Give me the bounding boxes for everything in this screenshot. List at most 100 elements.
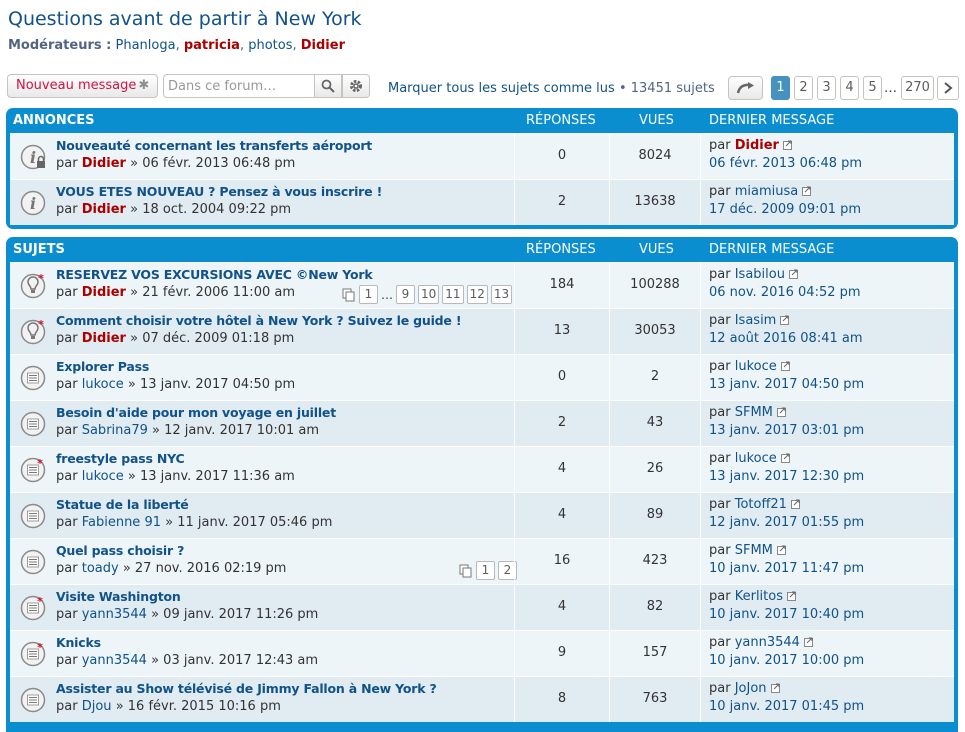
topic-row[interactable]: Quel pass choisir ? par toady » 27 nov. 2…	[10, 538, 954, 584]
moderator-link[interactable]: photos	[248, 38, 292, 53]
topic-row[interactable]: Explorer Pass par lukoce » 13 janv. 2017 …	[10, 354, 954, 400]
last-post-date[interactable]: 13 janv. 2017 04:50 pm	[709, 377, 864, 392]
view-latest-icon[interactable]	[780, 315, 790, 325]
topic-title-link[interactable]: Assister au Show télévisé de Jimmy Fallo…	[56, 681, 437, 696]
view-latest-icon[interactable]	[770, 683, 781, 693]
topic-page-button[interactable]: 1	[359, 285, 378, 304]
topic-row[interactable]: Besoin d'aide pour mon voyage en juillet…	[10, 400, 954, 446]
topic-row[interactable]: Assister au Show télévisé de Jimmy Fallo…	[10, 676, 954, 722]
topic-title-link[interactable]: Explorer Pass	[56, 359, 149, 374]
moderator-link[interactable]: patricia	[184, 38, 240, 53]
view-latest-icon[interactable]	[780, 361, 791, 371]
last-author-link[interactable]: SFMM	[735, 405, 773, 420]
view-latest-icon[interactable]	[782, 140, 793, 150]
view-latest-icon[interactable]	[790, 499, 801, 509]
last-post-date[interactable]: 10 janv. 2017 11:47 pm	[709, 561, 864, 576]
topic-page-button[interactable]: 1	[476, 561, 495, 580]
author-link[interactable]: lukoce	[82, 469, 124, 484]
topic-title-link[interactable]: Knicks	[56, 635, 101, 650]
author-link[interactable]: Didier	[82, 331, 126, 346]
topic-row[interactable]: i VOUS ETES NOUVEAU ? Pensez à vous inscr…	[10, 179, 954, 225]
topic-title-link[interactable]: Comment choisir votre hôtel à New York ?…	[56, 313, 462, 328]
topic-title-link[interactable]: Statue de la liberté	[56, 497, 189, 512]
topic-page-button[interactable]: 11	[442, 285, 464, 304]
author-link[interactable]: Djou	[82, 699, 112, 714]
author-link[interactable]: Didier	[82, 156, 126, 171]
topic-page-button[interactable]: 12	[466, 285, 488, 304]
topic-title-link[interactable]: Besoin d'aide pour mon voyage en juillet	[56, 405, 336, 420]
last-author-link[interactable]: SFMM	[735, 543, 773, 558]
author-link[interactable]: lukoce	[82, 377, 124, 392]
next-page-button[interactable]	[937, 76, 959, 100]
search-button[interactable]	[314, 74, 342, 98]
last-author-link[interactable]: miamiusa	[735, 184, 799, 199]
last-post-date[interactable]: 10 janv. 2017 10:40 pm	[709, 607, 864, 622]
by-label: par	[709, 451, 731, 466]
post-date: » 12 janv. 2017 10:01 am	[152, 423, 320, 438]
last-post-date[interactable]: 12 août 2016 08:41 am	[709, 331, 863, 346]
topic-title-link[interactable]: Visite Washington	[56, 589, 181, 604]
view-latest-icon[interactable]	[787, 591, 797, 601]
mark-all-read-link[interactable]: Marquer tous les sujets comme lus	[388, 81, 615, 96]
topic-row[interactable]: * Visite Washington par yann3544 » 09 janv…	[10, 584, 954, 630]
topic-page-button[interactable]: 13	[490, 285, 513, 304]
last-author-link[interactable]: JoJon	[735, 681, 767, 696]
author-link[interactable]: yann3544	[82, 607, 147, 622]
page-button[interactable]: 3	[817, 76, 836, 100]
last-post-date[interactable]: 13 janv. 2017 03:01 pm	[709, 423, 864, 438]
last-post-date[interactable]: 06 févr. 2013 06:48 pm	[709, 156, 862, 171]
page-button[interactable]: 4	[840, 76, 859, 100]
last-author-link[interactable]: Totoff21	[735, 497, 787, 512]
last-post-date[interactable]: 10 janv. 2017 01:45 pm	[709, 699, 864, 714]
page-button[interactable]: 2	[794, 76, 813, 100]
view-latest-icon[interactable]	[788, 269, 799, 279]
topic-row[interactable]: * RESERVEZ VOS EXCURSIONS AVEC ©New York p…	[10, 262, 954, 308]
topic-row[interactable]: Statue de la liberté par Fabienne 91 » 11…	[10, 492, 954, 538]
last-post-date[interactable]: 06 nov. 2016 04:52 pm	[709, 285, 861, 300]
author-link[interactable]: Didier	[82, 202, 126, 217]
topic-title-link[interactable]: VOUS ETES NOUVEAU ? Pensez à vous inscri…	[56, 184, 382, 199]
page-button[interactable]: 1	[771, 76, 790, 100]
forum-title[interactable]: Questions avant de partir à New York	[8, 8, 362, 30]
last-post-by: par Kerlitos	[709, 589, 797, 604]
author-link[interactable]: Sabrina79	[82, 423, 148, 438]
topic-page-button[interactable]: 9	[396, 285, 415, 304]
author-link[interactable]: toady	[82, 561, 119, 576]
topic-row[interactable]: i Nouveauté concernant les transferts aér…	[10, 133, 954, 179]
moderator-link[interactable]: Didier	[301, 38, 345, 53]
last-post-date[interactable]: 13 janv. 2017 12:30 pm	[709, 469, 864, 484]
last-author-link[interactable]: yann3544	[735, 635, 800, 650]
view-latest-icon[interactable]	[803, 637, 814, 647]
last-post-date[interactable]: 12 janv. 2017 01:55 pm	[709, 515, 864, 530]
topic-title-link[interactable]: Quel pass choisir ?	[56, 543, 184, 558]
page-button-last[interactable]: 270	[901, 76, 934, 100]
advanced-search-button[interactable]	[342, 74, 370, 98]
last-post-date[interactable]: 17 déc. 2009 09:01 pm	[709, 202, 861, 217]
topic-title-link[interactable]: Nouveauté concernant les transferts aéro…	[56, 138, 372, 153]
view-latest-icon[interactable]	[802, 186, 812, 196]
view-latest-icon[interactable]	[780, 453, 791, 463]
last-author-link[interactable]: Isabilou	[735, 267, 785, 282]
page-button[interactable]: 5	[863, 76, 882, 100]
last-post-date[interactable]: 10 janv. 2017 10:00 pm	[709, 653, 864, 668]
view-latest-icon[interactable]	[776, 407, 787, 417]
forum-search-input[interactable]	[163, 74, 315, 98]
author-link[interactable]: Fabienne 91	[82, 515, 161, 530]
last-author-link[interactable]: Didier	[735, 138, 779, 153]
last-author-link[interactable]: lukoce	[735, 451, 777, 466]
topic-page-button[interactable]: 10	[418, 285, 440, 304]
new-post-button[interactable]: Nouveau message ✱	[7, 74, 158, 98]
topic-row[interactable]: * Comment choisir votre hôtel à New York …	[10, 308, 954, 354]
last-author-link[interactable]: Isasim	[735, 313, 777, 328]
author-link[interactable]: yann3544	[82, 653, 147, 668]
jump-button[interactable]	[728, 76, 763, 100]
view-latest-icon[interactable]	[776, 545, 787, 555]
topic-title-link[interactable]: RESERVEZ VOS EXCURSIONS AVEC ©New York	[56, 267, 373, 282]
last-author-link[interactable]: Kerlitos	[735, 589, 783, 604]
topic-title-link[interactable]: freestyle pass NYC	[56, 451, 185, 466]
last-author-link[interactable]: lukoce	[735, 359, 777, 374]
topic-row[interactable]: * freestyle pass NYC par lukoce » 13 janv.…	[10, 446, 954, 492]
author-link[interactable]: Didier	[82, 285, 126, 300]
moderator-link[interactable]: Phanloga	[115, 38, 175, 53]
topic-row[interactable]: * Knicks par yann3544 » 03 janv. 2017 12:4…	[10, 630, 954, 676]
